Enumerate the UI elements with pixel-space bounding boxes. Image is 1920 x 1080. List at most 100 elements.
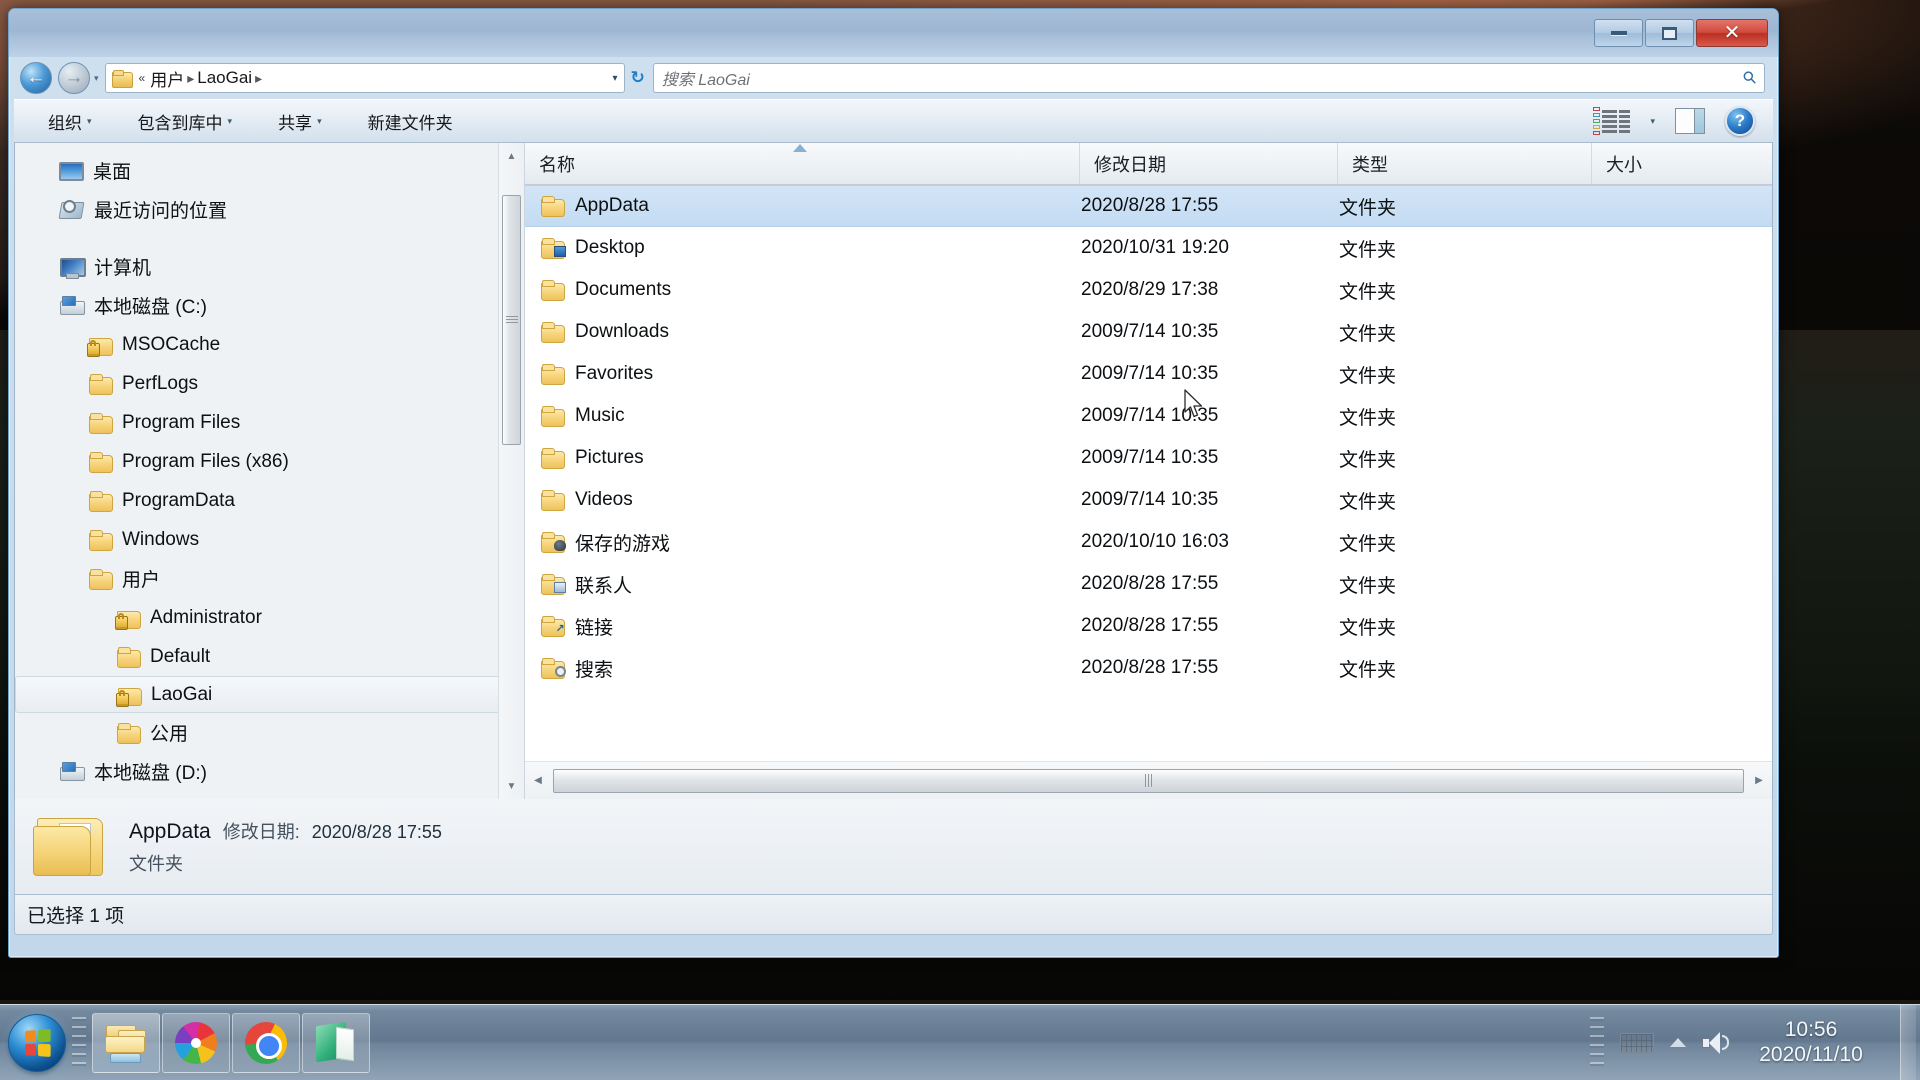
breadcrumb-item-0[interactable]: 用户 (150, 66, 184, 91)
sidebar-item-4[interactable]: MSOCache (15, 325, 524, 364)
show-desktop-button[interactable] (1900, 1005, 1916, 1080)
volume-icon[interactable] (1702, 1031, 1729, 1055)
taskbar-firefox[interactable] (162, 1012, 230, 1073)
folder-icon (87, 412, 113, 434)
toolbar-new-folder[interactable]: 新建文件夹 (356, 105, 465, 138)
breadcrumb-overflow[interactable]: « (137, 71, 148, 85)
chevron-right-icon[interactable]: ▸ (255, 70, 262, 87)
tray-grip[interactable] (1590, 1016, 1604, 1069)
taskbar-notes[interactable] (302, 1012, 370, 1073)
window-title-bar[interactable]: ✕ (9, 9, 1778, 57)
sidebar-item-11[interactable]: Administrator (15, 598, 524, 637)
search-input[interactable]: 搜索 LaoGai (662, 66, 750, 90)
file-name-cell: Documents (525, 279, 1079, 301)
sidebar-item-label: Windows (122, 528, 200, 550)
desktop-icon (59, 162, 84, 181)
column-header-date[interactable]: 修改日期 (1079, 143, 1337, 184)
close-button[interactable]: ✕ (1696, 19, 1768, 47)
scroll-right-icon[interactable]: ▶ (1746, 775, 1772, 786)
clock[interactable]: 10:56 2020/11/10 (1744, 1018, 1884, 1068)
folder-icon (116, 684, 142, 707)
sidebar-item-13[interactable]: LaoGai (15, 676, 518, 713)
sidebar-item-1[interactable]: 最近访问的位置 (15, 190, 524, 229)
folder-icon (539, 195, 565, 217)
scroll-left-icon[interactable]: ◀ (525, 775, 551, 786)
forward-button[interactable]: → (58, 62, 90, 94)
table-row[interactable]: Pictures 2009/7/14 10:35 文件夹 (525, 437, 1772, 479)
sidebar-item-9[interactable]: Windows (15, 520, 524, 559)
details-modified-value: 2020/8/28 17:55 (311, 821, 442, 842)
sidebar-item-15[interactable]: 本地磁盘 (D:) (15, 752, 524, 791)
sidebar-item-14[interactable]: 公用 (15, 713, 524, 752)
sidebar-item-8[interactable]: ProgramData (15, 481, 524, 520)
column-header-size-label: 大小 (1606, 154, 1642, 175)
address-bar[interactable]: « 用户 ▸ LaoGai ▸ ▾ (104, 63, 625, 93)
scroll-down-icon[interactable]: ▼ (499, 773, 524, 799)
table-row[interactable]: Downloads 2009/7/14 10:35 文件夹 (525, 311, 1772, 353)
refresh-icon[interactable]: ↻ (631, 68, 645, 88)
table-row[interactable]: Desktop 2020/10/31 19:20 文件夹 (525, 227, 1772, 269)
table-row[interactable]: Music 2009/7/14 10:35 文件夹 (525, 395, 1772, 437)
chevron-down-icon[interactable]: ▾ (613, 73, 618, 84)
taskbar-grip[interactable] (72, 1016, 86, 1069)
show-hidden-icons-icon[interactable] (1670, 1038, 1686, 1047)
file-date: 2009/7/14 10:35 (1081, 321, 1219, 342)
tree-group-gap (15, 229, 524, 247)
table-row[interactable]: AppData 2020/8/28 17:55 文件夹 (525, 185, 1772, 227)
sidebar-item-5[interactable]: PerfLogs (15, 364, 524, 403)
hscroll-thumb[interactable] (553, 768, 1744, 793)
sidebar-item-7[interactable]: Program Files (x86) (15, 442, 524, 481)
column-header-name[interactable]: 名称 (525, 143, 1079, 184)
table-row[interactable]: 联系人 2020/8/28 17:55 文件夹 (525, 563, 1772, 605)
table-row[interactable]: ↗ 链接 2020/8/28 17:55 文件夹 (525, 605, 1772, 647)
toolbar-organize[interactable]: 组织 ▾ (36, 105, 104, 138)
toolbar-share[interactable]: 共享 ▾ (266, 105, 334, 138)
help-button[interactable]: ? (1725, 106, 1755, 136)
preview-pane-icon[interactable] (1675, 108, 1705, 134)
table-row[interactable]: 搜索 2020/8/28 17:55 文件夹 (525, 647, 1772, 689)
search-box[interactable]: 搜索 LaoGai ⚲ (652, 63, 1765, 93)
table-row[interactable]: Documents 2020/8/29 17:38 文件夹 (525, 269, 1772, 311)
taskbar-chrome[interactable] (232, 1012, 300, 1073)
lock-icon (118, 612, 124, 619)
sidebar-item-label: PerfLogs (122, 372, 199, 394)
recent-pages-dropdown[interactable]: ▾ (94, 73, 99, 84)
breadcrumb-item-1[interactable]: LaoGai (197, 68, 252, 88)
file-type: 文件夹 (1339, 617, 1397, 639)
sidebar-item-label: Program Files (x86) (122, 450, 289, 472)
keyboard-icon[interactable] (1620, 1032, 1654, 1053)
folder-contacts-icon (539, 573, 566, 595)
file-name-cell: Downloads (525, 321, 1079, 343)
folder-icon (111, 70, 133, 88)
chevron-right-icon[interactable]: ▸ (187, 70, 194, 87)
file-date: 2020/8/28 17:55 (1081, 657, 1219, 678)
view-dropdown-caret[interactable]: ▾ (1650, 116, 1655, 127)
sidebar-item-0[interactable]: 桌面 (15, 151, 524, 190)
navpane-scroll-thumb[interactable] (502, 195, 521, 445)
file-type: 文件夹 (1339, 407, 1397, 429)
back-button[interactable]: ← (20, 62, 52, 94)
sidebar-item-6[interactable]: Program Files (15, 403, 524, 442)
folder-icon (539, 405, 565, 427)
hscroll-track[interactable] (551, 768, 1746, 794)
sidebar-item-10[interactable]: 用户 (15, 559, 524, 598)
minimize-button[interactable] (1594, 19, 1643, 47)
sidebar-item-2[interactable]: 计算机 (15, 247, 524, 286)
start-button[interactable] (8, 1013, 66, 1072)
file-list-horizontal-scrollbar[interactable]: ◀ ▶ (525, 761, 1772, 799)
scroll-up-icon[interactable]: ▲ (499, 143, 524, 169)
sidebar-item-12[interactable]: Default (15, 637, 524, 676)
column-header-type[interactable]: 类型 (1337, 143, 1591, 184)
maximize-button[interactable] (1645, 19, 1694, 47)
change-view-icon[interactable] (1593, 107, 1631, 135)
table-row[interactable]: 保存的游戏 2020/10/10 16:03 文件夹 (525, 521, 1772, 563)
table-row[interactable]: Videos 2009/7/14 10:35 文件夹 (525, 479, 1772, 521)
toolbar-include-in-library[interactable]: 包含到库中 ▾ (126, 105, 245, 138)
table-row[interactable]: Favorites 2009/7/14 10:35 文件夹 (525, 353, 1772, 395)
column-header-type-label: 类型 (1352, 154, 1388, 175)
sidebar-item-3[interactable]: 本地磁盘 (C:) (15, 286, 524, 325)
taskbar-explorer[interactable] (92, 1012, 160, 1073)
sidebar-item-label: Default (150, 645, 211, 667)
navpane-scrollbar[interactable]: ▲ ▼ (498, 143, 524, 799)
column-header-size[interactable]: 大小 (1591, 143, 1772, 184)
